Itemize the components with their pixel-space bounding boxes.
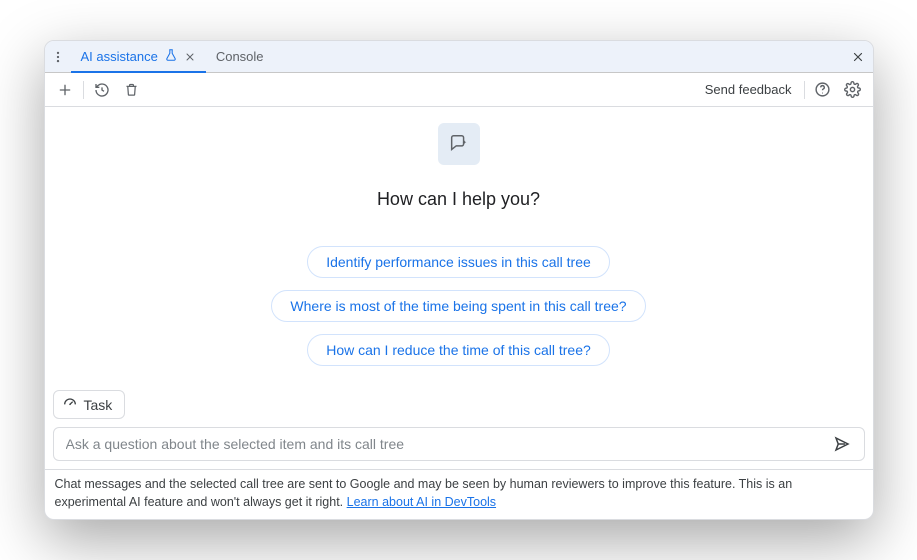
experiment-icon [164,48,178,65]
settings-button[interactable] [841,78,865,102]
tab-bar: AI assistance Console [45,41,873,73]
chat-input[interactable] [66,436,828,452]
new-chat-button[interactable] [53,78,77,102]
send-button[interactable] [828,430,856,458]
kebab-menu-button[interactable] [45,41,71,72]
divider [83,81,84,99]
content-area: How can I help you? Identify performance… [45,107,873,382]
disclaimer: Chat messages and the selected call tree… [45,469,873,519]
suggestion-list: Identify performance issues in this call… [271,246,645,366]
close-icon [184,51,196,63]
chat-input-wrap [53,427,865,461]
close-tab-button[interactable] [184,51,196,63]
panel-close-button[interactable] [843,41,873,72]
tab-label: Console [216,49,264,64]
close-icon [851,50,865,64]
sparkle-chat-icon [448,133,470,155]
suggestion-chip[interactable]: How can I reduce the time of this call t… [307,334,610,366]
suggestion-chip[interactable]: Identify performance issues in this call… [307,246,610,278]
history-icon [94,82,110,98]
tab-console[interactable]: Console [206,41,274,72]
help-button[interactable] [811,78,835,102]
tab-label: AI assistance [81,49,158,64]
disclaimer-link[interactable]: Learn about AI in DevTools [347,495,496,509]
plus-icon [57,82,73,98]
send-icon [833,435,851,453]
send-feedback-link[interactable]: Send feedback [699,82,798,97]
more-vert-icon [51,50,65,64]
suggestion-chip[interactable]: Where is most of the time being spent in… [271,290,645,322]
divider [804,81,805,99]
tab-ai-assistance[interactable]: AI assistance [71,41,206,72]
delete-button[interactable] [120,78,144,102]
task-chip[interactable]: Task [53,390,126,419]
gauge-icon [62,395,78,414]
history-button[interactable] [90,78,114,102]
hero-icon [438,123,480,165]
hero-title: How can I help you? [377,189,540,210]
input-row [45,419,873,469]
task-row: Task [45,382,873,419]
gear-icon [844,81,861,98]
trash-icon [124,82,139,97]
ai-assistance-panel: AI assistance Console Send feedback [44,40,874,520]
toolbar: Send feedback [45,73,873,107]
help-icon [814,81,831,98]
task-label: Task [84,397,113,413]
